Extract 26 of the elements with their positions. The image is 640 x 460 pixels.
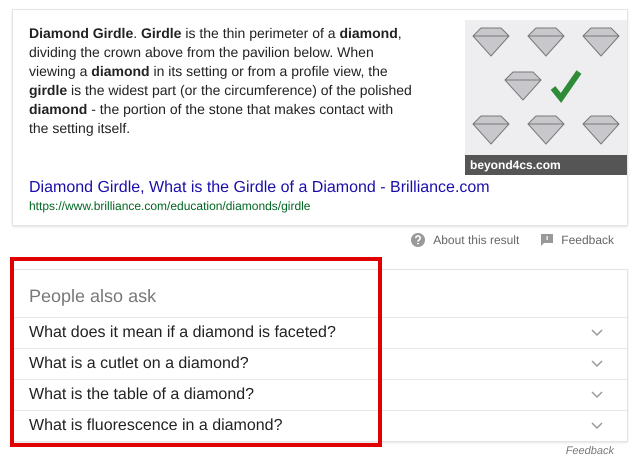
question-item[interactable]: What is the table of a diamond? xyxy=(13,379,627,410)
question-item[interactable]: What is a cutlet on a diamond? xyxy=(13,348,627,379)
chevron-icon xyxy=(591,329,603,337)
check-mark-icon xyxy=(550,70,582,104)
panel-title: People also ask xyxy=(28,285,158,308)
diamond-icon xyxy=(527,116,565,145)
help-icon xyxy=(411,233,426,247)
snippet-text: Diamond Girdle. Girdle is the thin perimeter of a diamond, dividing the crown above from the pavilion below. When viewing a diamond in its setting or from a profile view, the girdle is the widest part (or the circumference) of the polished diamond - the portion of the stone that makes contact with the setting itself. xyxy=(29,24,413,138)
action-link[interactable]: About this result xyxy=(433,233,520,247)
chevron-icon xyxy=(591,422,603,430)
chevron-icon xyxy=(591,360,603,368)
result-url: https://www.brilliance.com/education/diamonds/girdle xyxy=(28,198,312,215)
result-link[interactable]: Diamond Girdle, What is the Girdle of a Diamond - Brilliance.com xyxy=(13,175,627,197)
feedback-link[interactable]: Feedback xyxy=(12,442,628,457)
diamond-icon xyxy=(472,28,510,57)
image-caption: beyond4cs.com xyxy=(465,155,627,175)
feedback-icon xyxy=(541,234,554,246)
question-item[interactable]: What does it mean if a diamond is faceted? xyxy=(13,317,627,348)
chevron-icon xyxy=(591,391,603,399)
diamond-icon xyxy=(527,28,565,57)
diamond-icon xyxy=(472,116,510,145)
diamond-icon xyxy=(582,116,620,145)
diamond-icon xyxy=(582,28,620,57)
question-item[interactable]: What is fluorescence in a diamond? xyxy=(13,410,627,441)
action-link[interactable]: Feedback xyxy=(561,233,614,247)
diamond-icon xyxy=(504,72,542,101)
